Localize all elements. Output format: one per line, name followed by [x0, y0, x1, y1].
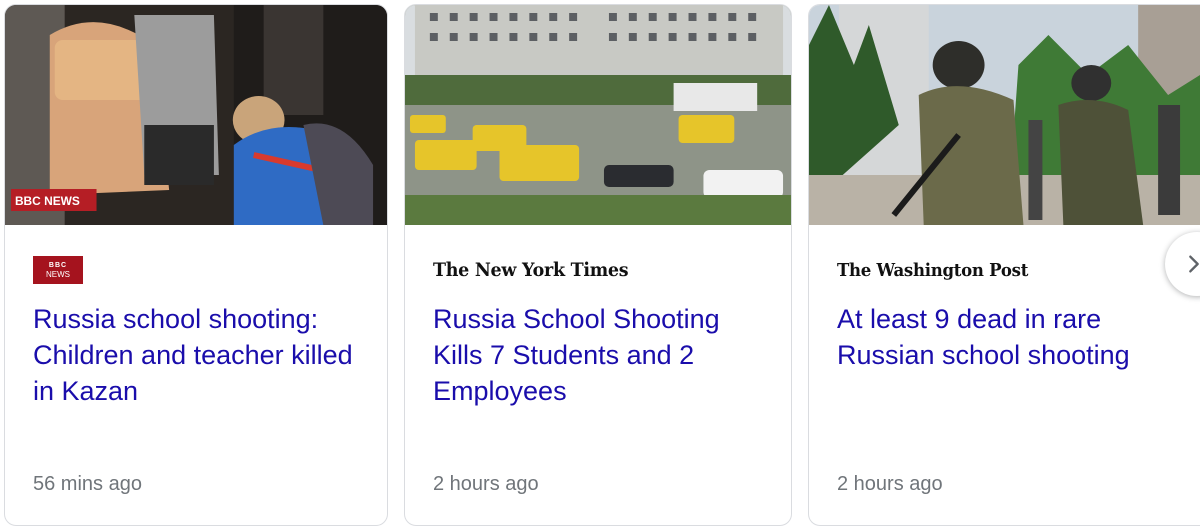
news-thumbnail[interactable]: [405, 5, 791, 225]
news-time: 2 hours ago: [433, 473, 539, 495]
news-source: BBC NEWS: [33, 255, 83, 285]
chevron-right-icon: [1189, 255, 1199, 273]
news-time: 56 mins ago: [33, 473, 142, 495]
news-source: The New York Times: [433, 255, 645, 285]
news-thumbnail[interactable]: BBC NEWS: [5, 5, 387, 225]
news-source: The Washington Post: [837, 255, 1045, 285]
washington-post-logo: The Washington Post: [837, 259, 1029, 281]
news-carousel: BBC NEWS BBC NEWS Russia school shooting…: [0, 0, 1200, 528]
bbc-news-logo: BBC NEWS: [33, 256, 83, 284]
news-card-wapo[interactable]: The Washington Post At least 9 dead in r…: [808, 4, 1200, 526]
logo-bottom-text: NEWS: [46, 270, 70, 279]
news-headline[interactable]: At least 9 dead in rare Russian school s…: [837, 301, 1172, 373]
news-card-nyt[interactable]: The New York Times Russia School Shootin…: [404, 4, 792, 526]
nyt-logo: The New York Times: [433, 259, 629, 281]
logo-top-text: BBC: [48, 262, 68, 269]
news-card-bbc[interactable]: BBC NEWS BBC NEWS Russia school shooting…: [4, 4, 388, 526]
news-headline[interactable]: Russia School Shooting Kills 7 Students …: [433, 301, 763, 409]
news-headline[interactable]: Russia school shooting: Children and tea…: [33, 301, 359, 409]
news-thumbnail[interactable]: [809, 5, 1200, 225]
news-time: 2 hours ago: [837, 473, 943, 495]
image-watermark: BBC NEWS: [15, 194, 80, 208]
